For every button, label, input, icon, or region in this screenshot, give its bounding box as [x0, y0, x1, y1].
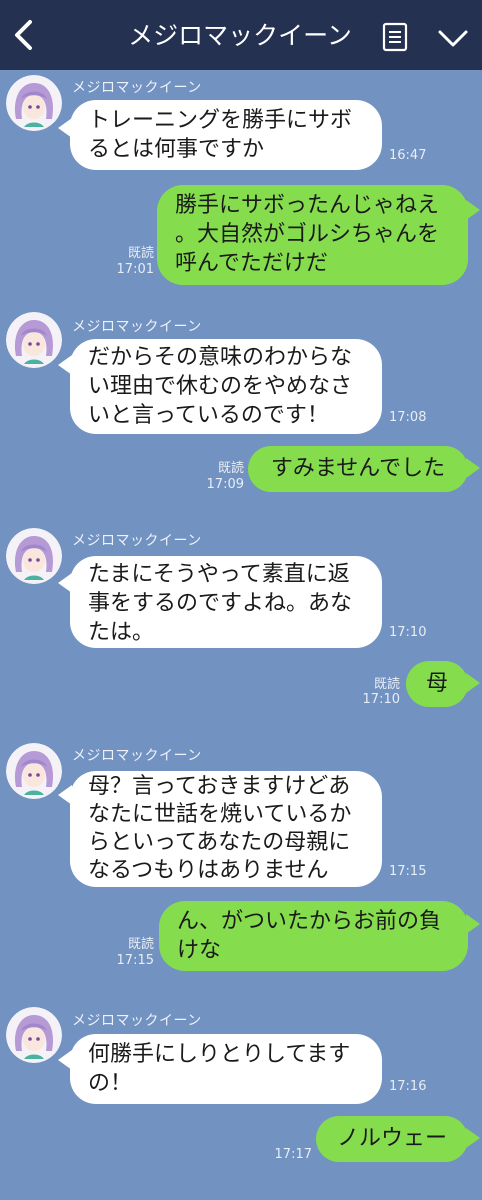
note-list-icon[interactable] — [382, 22, 408, 52]
avatar[interactable] — [6, 75, 62, 131]
message-time: 17:17 — [274, 1147, 312, 1162]
message-time: 17:01 — [116, 262, 154, 277]
message-bubble[interactable]: たまにそうやって素直に返 事をするのですよね。あな たは。 — [70, 556, 382, 648]
avatar[interactable] — [6, 528, 62, 584]
avatar[interactable] — [6, 312, 62, 368]
sender-name: メジロマックイーン — [72, 319, 202, 335]
read-receipt: 既読 — [127, 246, 154, 261]
message-time: 17:10 — [362, 692, 400, 707]
bubble-tail — [466, 200, 480, 220]
chevron-left-icon[interactable] — [8, 17, 40, 53]
avatar[interactable] — [6, 1007, 62, 1063]
avatar[interactable] — [6, 743, 62, 799]
sender-name: メジロマックイーン — [72, 1013, 202, 1029]
message-bubble[interactable]: だからその意味のわからな い理由で休むのをやめなさ いと言っているのです！ — [70, 339, 382, 434]
sender-name: メジロマックイーン — [72, 748, 202, 764]
message-time: 17:08 — [389, 410, 427, 425]
message-time: 17:10 — [389, 625, 427, 640]
bubble-tail — [466, 458, 480, 478]
read-receipt: 既読 — [217, 461, 244, 476]
sender-name: メジロマックイーン — [72, 533, 202, 549]
chat-title: メジロマックイーン — [128, 21, 352, 50]
message-bubble[interactable]: 勝手にサボったんじゃねえ 。大自然がゴルシちゃんを 呼んでただけだ — [157, 185, 468, 285]
message-time: 17:15 — [389, 864, 427, 879]
chevron-down-icon[interactable] — [436, 24, 470, 52]
message-time: 17:15 — [116, 953, 154, 968]
message-bubble[interactable]: ん、がついたからお前の負 けな — [159, 901, 468, 971]
message-bubble[interactable]: ノルウェー — [316, 1116, 468, 1162]
read-receipt: 既読 — [373, 677, 400, 692]
chat-header: メジロマックイーン — [0, 0, 482, 70]
message-bubble[interactable]: 何勝手にしりとりしてます の！ — [70, 1034, 382, 1104]
message-time: 16:47 — [389, 148, 427, 163]
bubble-tail — [466, 673, 480, 693]
bubble-tail — [466, 1128, 480, 1148]
sender-name: メジロマックイーン — [72, 80, 202, 96]
message-bubble[interactable]: 母 — [406, 661, 468, 707]
message-bubble[interactable]: 母？言っておきますけどあ なたに世話を焼いているか らといってあなたの母親に な… — [70, 771, 382, 887]
bubble-tail — [466, 914, 480, 934]
message-bubble[interactable]: すみませんでした — [248, 446, 468, 492]
message-time: 17:09 — [206, 477, 244, 492]
message-time: 17:16 — [389, 1079, 427, 1094]
read-receipt: 既読 — [127, 937, 154, 952]
message-bubble[interactable]: トレーニングを勝手にサボ るとは何事ですか — [70, 100, 382, 170]
